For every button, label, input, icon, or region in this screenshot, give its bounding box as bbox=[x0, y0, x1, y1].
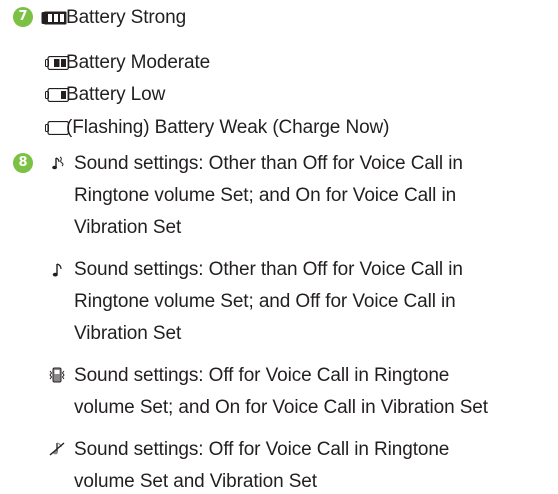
sound-setting-3-line-2: volume Set; and On for Voice Call in Vib… bbox=[74, 397, 488, 418]
manual-page: 7 Battery Strong Battery Moderate Batter… bbox=[0, 0, 558, 493]
battery-weak-label: (Flashing) Battery Weak (Charge Now) bbox=[66, 117, 390, 138]
sound-setting-1-line-1: Sound settings: Other than Off for Voice… bbox=[74, 153, 463, 174]
ringtone-vibration-icon bbox=[52, 156, 64, 170]
sound-setting-1-line-3: Vibration Set bbox=[74, 217, 182, 238]
sound-setting-2-line-1: Sound settings: Other than Off for Voice… bbox=[74, 259, 463, 280]
battery-moderate-label: Battery Moderate bbox=[66, 52, 211, 73]
battery-strong-icon bbox=[41, 11, 67, 25]
silent-icon bbox=[49, 442, 65, 456]
sound-setting-1-line-2: Ringtone volume Set; and On for Voice Ca… bbox=[74, 185, 457, 206]
sound-setting-4-line-2: volume Set and Vibration Set bbox=[74, 471, 317, 492]
sound-setting-4-line-1: Sound settings: Off for Voice Call in Ri… bbox=[74, 439, 450, 460]
section-number-badge-8: 8 bbox=[13, 153, 33, 173]
battery-strong-label: Battery Strong bbox=[66, 7, 187, 28]
vibration-icon bbox=[49, 367, 65, 383]
section-number-badge-7: 7 bbox=[13, 7, 33, 27]
ringtone-icon bbox=[52, 263, 62, 277]
sound-setting-3-line-1: Sound settings: Off for Voice Call in Ri… bbox=[74, 365, 450, 386]
sound-setting-2-line-2: Ringtone volume Set; and Off for Voice C… bbox=[74, 291, 456, 312]
sound-setting-2-line-3: Vibration Set bbox=[74, 323, 182, 344]
battery-low-label: Battery Low bbox=[66, 84, 166, 105]
